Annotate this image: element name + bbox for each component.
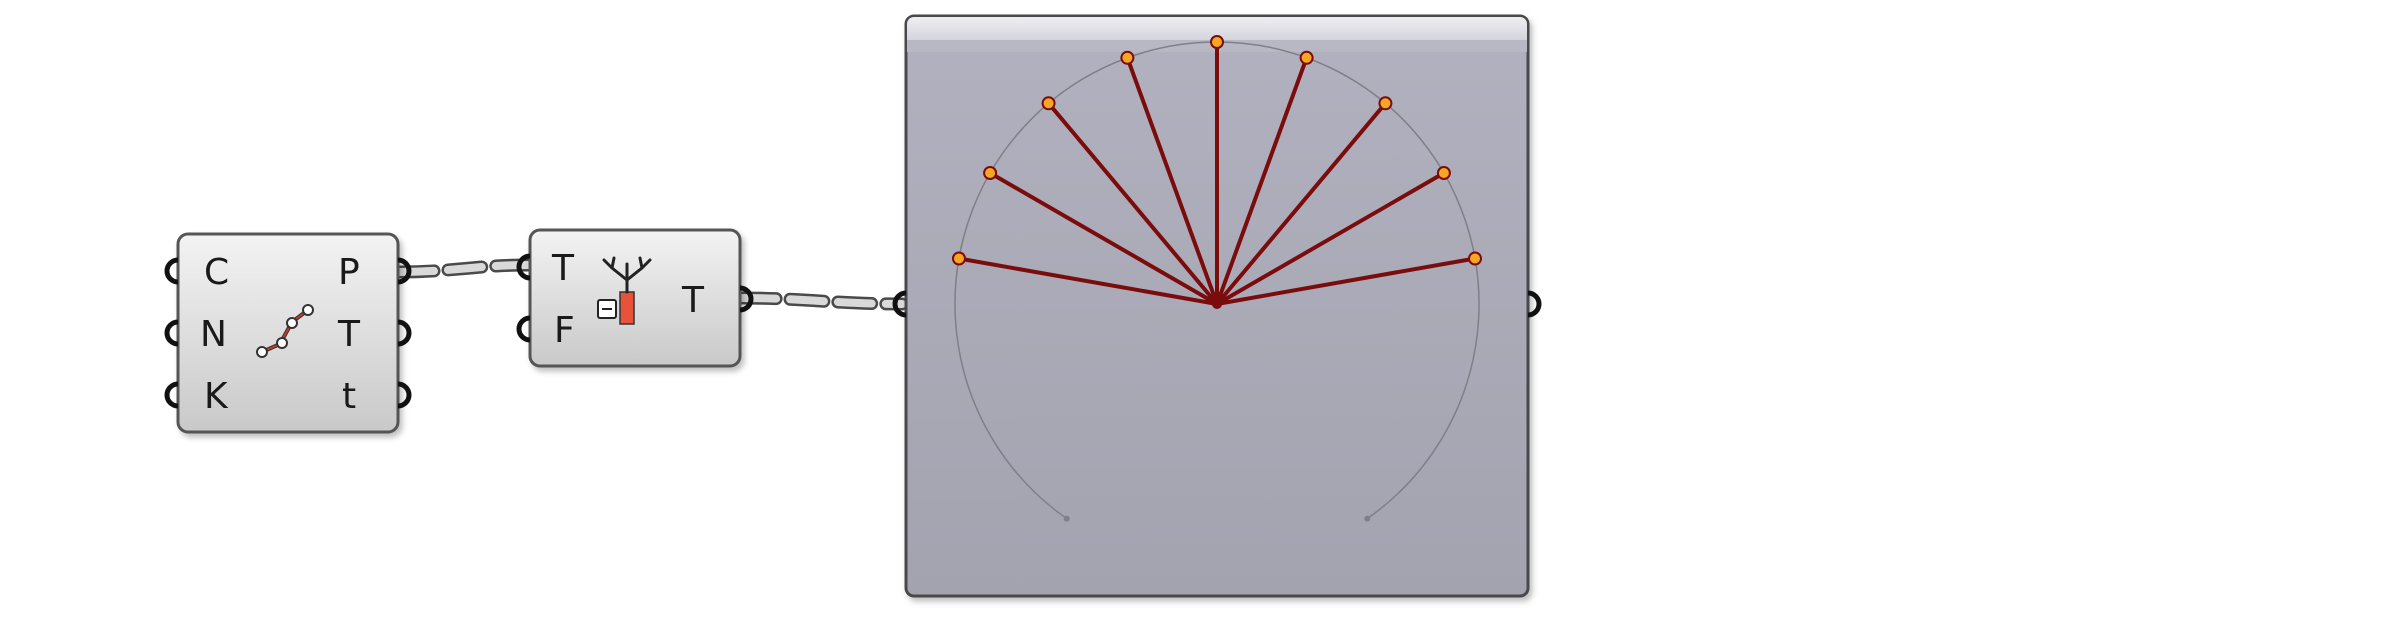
- input-label-k: K: [204, 376, 229, 417]
- input-grip-k[interactable]: [164, 381, 179, 409]
- input-label-flatten: F: [554, 310, 575, 351]
- tree-branch-node-2: [1041, 96, 1056, 111]
- output-label-t-param: t: [342, 376, 356, 417]
- output-grip-t-param[interactable]: [397, 381, 412, 409]
- input-grip-flatten[interactable]: [516, 315, 531, 343]
- arc-end-left-dot: [1063, 515, 1070, 522]
- tree-branch-node-4: [1210, 35, 1224, 49]
- grasshopper-canvas[interactable]: C N K P T t T F T: [0, 0, 2400, 628]
- output-grip-viewer[interactable]: [1527, 290, 1542, 318]
- tree-branch-node-5: [1299, 50, 1314, 65]
- input-label-n: N: [200, 314, 227, 355]
- output-label-p: P: [338, 252, 360, 293]
- wire-flatten-to-viewer[interactable]: [735, 291, 909, 311]
- flatten-tree-component[interactable]: T F T: [516, 228, 754, 368]
- tree-branch-node-1: [983, 166, 998, 180]
- wire-divide-to-flatten[interactable]: [393, 258, 535, 279]
- tree-branch-node-7: [1436, 166, 1451, 180]
- arc-end-right-dot: [1364, 515, 1371, 522]
- tree-branch-node-6: [1378, 96, 1393, 111]
- tree-branch-node-3: [1120, 50, 1135, 65]
- output-label-tree: T: [681, 280, 705, 321]
- output-label-t: T: [337, 314, 361, 355]
- tree-branch-node-8: [1468, 251, 1483, 266]
- input-grip-c[interactable]: [164, 257, 179, 285]
- input-label-tree: T: [551, 248, 575, 289]
- tree-root-node: [1212, 299, 1222, 309]
- divide-curve-component[interactable]: C N K P T t: [164, 232, 412, 434]
- tree-branch-node-0: [951, 251, 966, 266]
- output-grip-t[interactable]: [397, 319, 412, 347]
- tree-viewer-component[interactable]: [892, 14, 1542, 598]
- input-label-c: C: [204, 252, 229, 293]
- input-grip-n[interactable]: [164, 319, 179, 347]
